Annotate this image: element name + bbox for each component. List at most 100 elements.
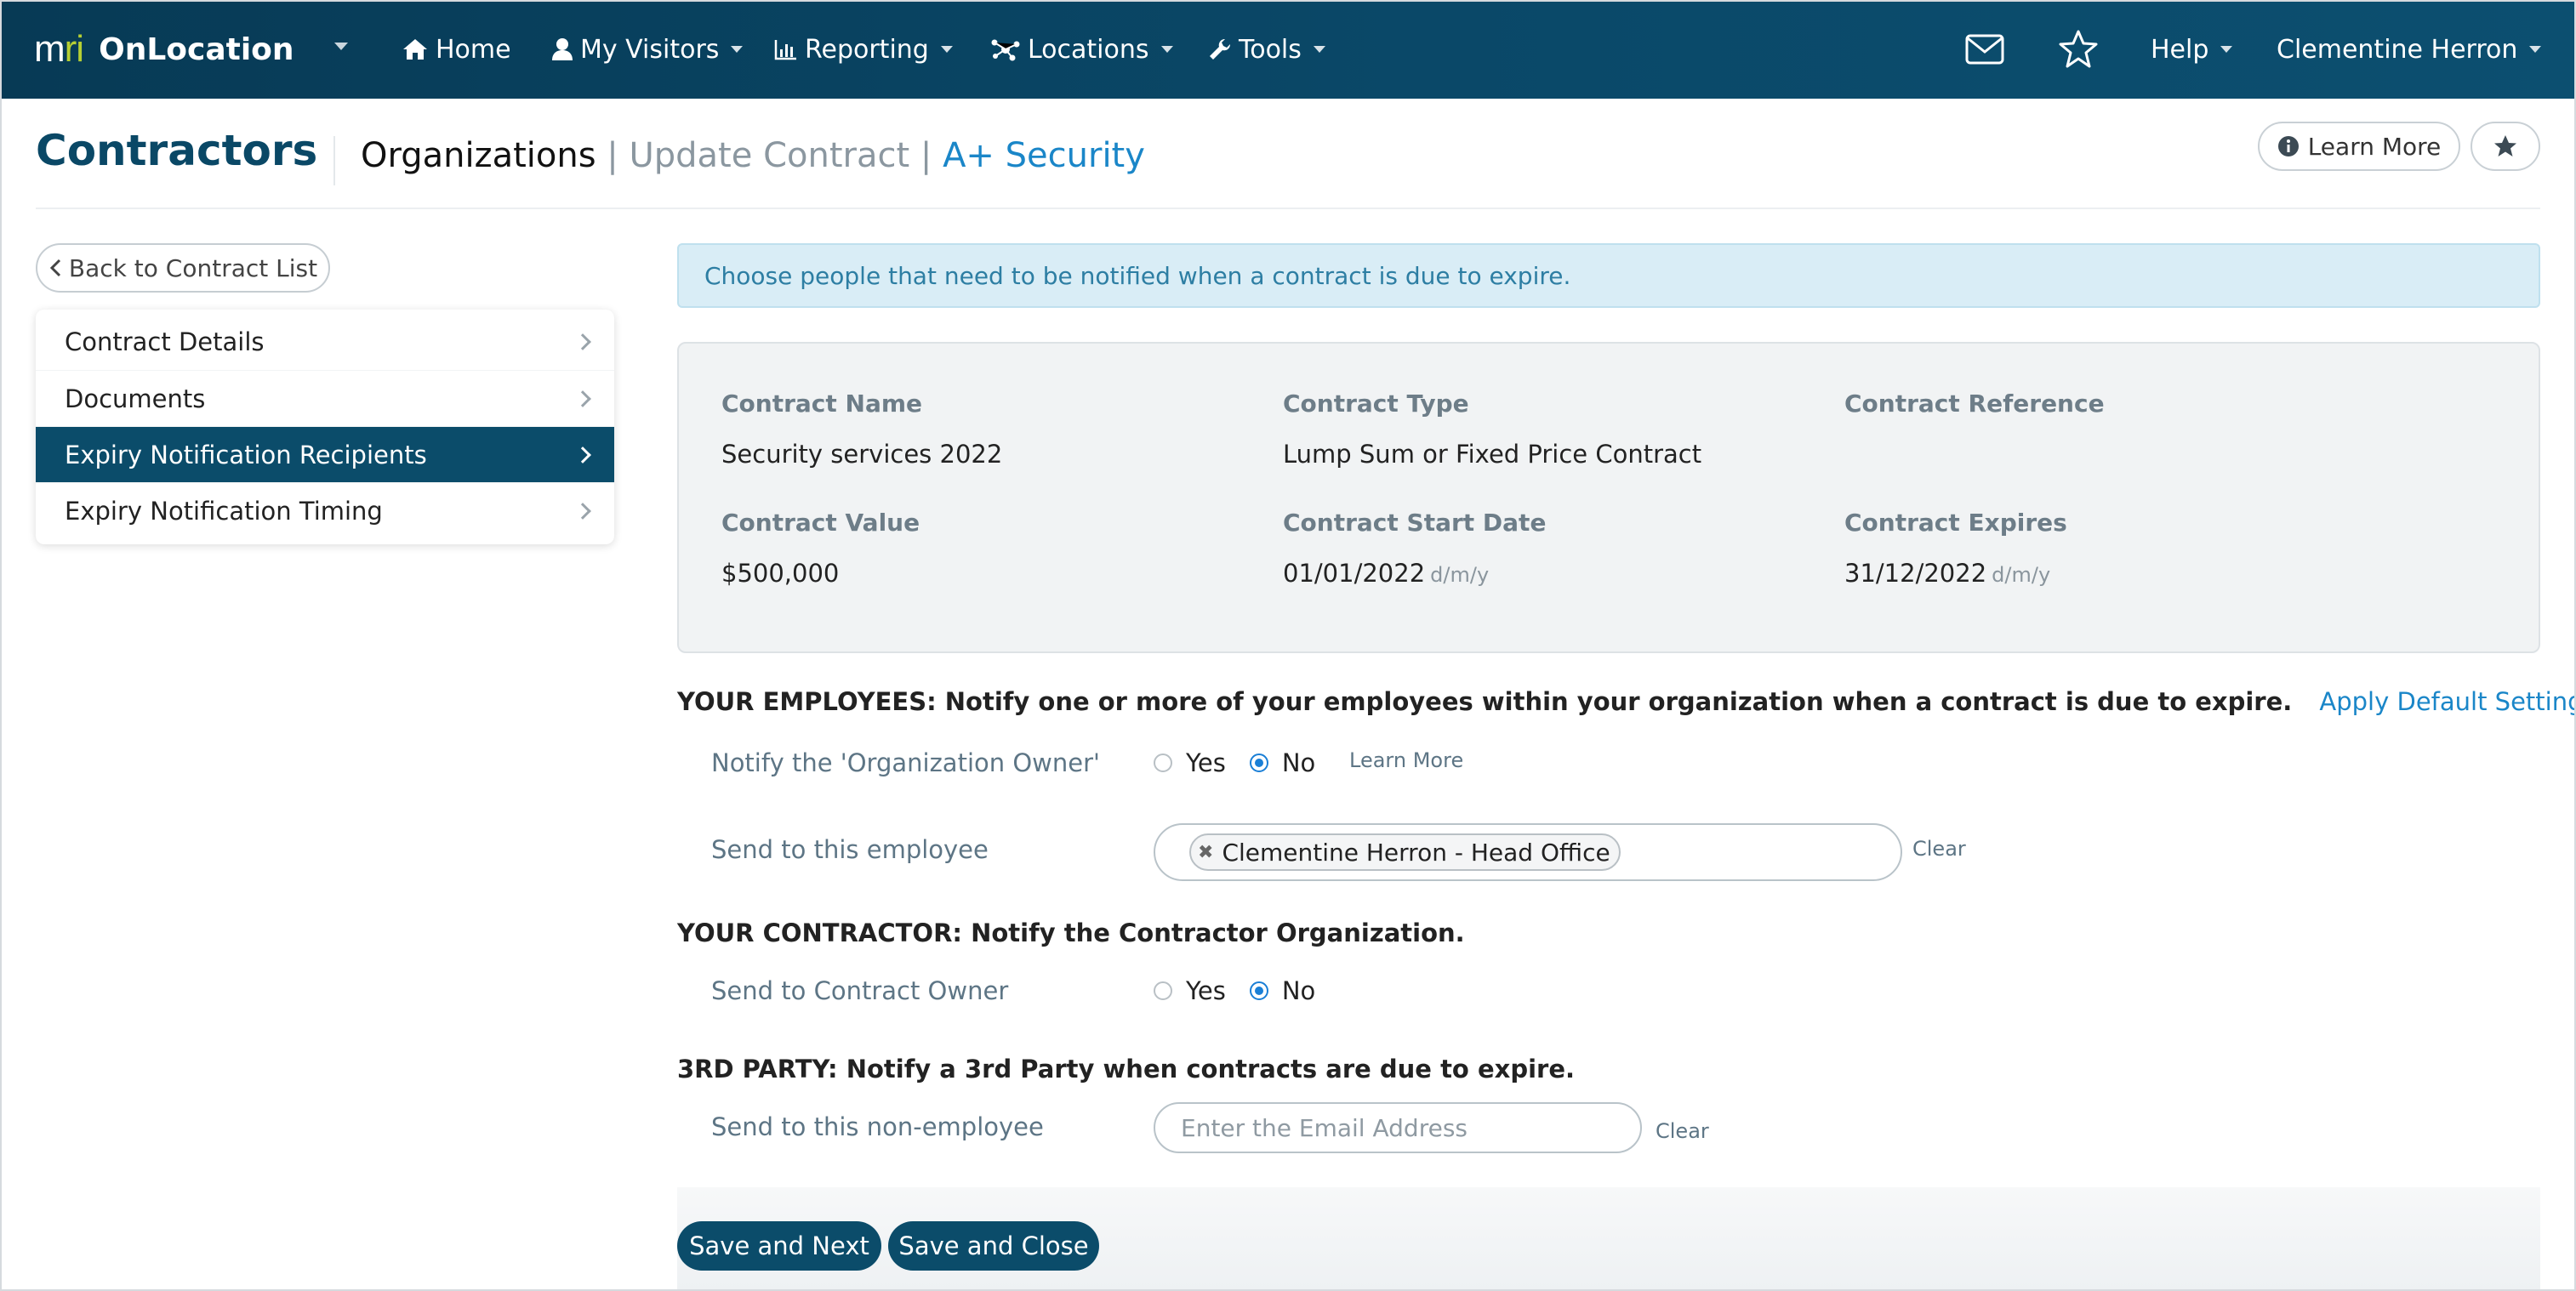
radio-label: No	[1281, 748, 1316, 777]
contract-owner-radio-group: Yes No	[1154, 976, 1339, 1005]
nav-item-label: My Visitors	[580, 34, 720, 65]
contract-start-date: 01/01/2022 d/m/y	[1283, 559, 1489, 588]
help-label: Help	[2151, 34, 2209, 65]
radio-label: Yes	[1186, 976, 1226, 1005]
contract-start-date-value: 01/01/2022	[1283, 559, 1426, 588]
notify-owner-yes-radio[interactable]	[1154, 754, 1172, 772]
notify-owner-label: Notify the 'Organization Owner'	[711, 748, 1101, 777]
sidebar-item-label: Expiry Notification Timing	[65, 496, 383, 526]
contract-expires-value: 31/12/2022	[1844, 559, 1987, 588]
app-switcher-caret-icon[interactable]	[334, 43, 348, 50]
contract-owner-no-radio[interactable]	[1249, 981, 1268, 1000]
contract-value-value: $500,000	[721, 559, 840, 588]
breadcrumb-separator: |	[920, 136, 932, 175]
nav-item-reporting[interactable]: Reporting	[774, 0, 953, 99]
wrench-icon	[1210, 38, 1231, 60]
star-outline-icon	[2059, 30, 2098, 68]
nav-item-tools[interactable]: Tools	[1208, 0, 1325, 99]
notify-owner-learn-more-link[interactable]: Learn More	[1349, 748, 1463, 772]
dropdown-caret-icon	[2529, 46, 2542, 53]
employees-heading-text: YOUR EMPLOYEES: Notify one or more of yo…	[677, 687, 2293, 716]
apply-default-settings-link[interactable]: Apply Default Settings	[2319, 687, 2576, 716]
breadcrumb-organizations[interactable]: Organizations	[361, 136, 596, 175]
nav-item-help[interactable]: Help	[2151, 0, 2233, 99]
chevron-left-icon	[49, 259, 60, 277]
brand-logo[interactable]: mri OnLocation	[34, 0, 294, 99]
chevron-right-icon	[574, 446, 591, 464]
chevron-right-icon	[574, 502, 591, 520]
contract-type-label: Contract Type	[1283, 390, 1469, 418]
chevron-right-icon	[574, 390, 591, 407]
sidebar-item-label: Expiry Notification Recipients	[65, 440, 427, 469]
nav-item-locations[interactable]: Locations	[990, 0, 1173, 99]
bar-chart-icon	[774, 40, 796, 60]
notify-owner-no-radio[interactable]	[1249, 754, 1268, 772]
nav-item-label: Locations	[1028, 34, 1149, 65]
contract-reference-label: Contract Reference	[1844, 390, 2105, 418]
employee-tag-label: Clementine Herron - Head Office	[1222, 838, 1610, 867]
contract-name-value: Security services 2022	[721, 440, 1003, 469]
sidebar-item-expiry-notification-timing[interactable]: Expiry Notification Timing	[36, 482, 614, 538]
breadcrumb-separator: |	[607, 136, 618, 175]
send-contract-owner-label: Send to Contract Owner	[711, 976, 1009, 1005]
send-employee-label: Send to this employee	[711, 835, 989, 864]
envelope-icon	[1965, 34, 2004, 65]
sidebar-item-documents[interactable]: Documents	[36, 370, 614, 426]
nav-item-my-visitors[interactable]: My Visitors	[551, 0, 744, 99]
save-and-close-button[interactable]: Save and Close	[888, 1221, 1099, 1271]
contract-expires-label: Contract Expires	[1844, 509, 2067, 537]
nav-item-label: Home	[436, 34, 511, 65]
user-icon	[552, 38, 573, 60]
header-divider	[36, 208, 2540, 209]
breadcrumb-update-contract: Update Contract	[629, 136, 910, 175]
star-icon	[2494, 135, 2516, 156]
user-menu[interactable]: Clementine Herron	[2277, 0, 2542, 99]
contract-name-label: Contract Name	[721, 390, 923, 418]
radio-label: No	[1281, 976, 1316, 1005]
sidebar-item-label: Contract Details	[65, 327, 265, 356]
employee-select-input[interactable]: ✖ Clementine Herron - Head Office	[1154, 823, 1902, 881]
title-divider	[333, 136, 335, 185]
nav-item-home[interactable]: Home	[402, 0, 511, 99]
chevron-right-icon	[574, 333, 591, 350]
date-format-hint: d/m/y	[1430, 563, 1490, 587]
breadcrumb-company[interactable]: A+ Security	[943, 136, 1145, 175]
clear-email-link[interactable]: Clear	[1656, 1119, 1709, 1143]
contract-expires: 31/12/2022 d/m/y	[1844, 559, 2050, 588]
contract-start-date-label: Contract Start Date	[1283, 509, 1547, 537]
brand-mark: mri	[34, 28, 84, 70]
favorites-button[interactable]	[2057, 0, 2100, 99]
info-circle-icon	[2277, 136, 2299, 156]
sidebar-nav: Contract Details Documents Expiry Notifi…	[36, 310, 614, 544]
messages-button[interactable]	[1965, 0, 2004, 99]
breadcrumb: Organizations | Update Contract | A+ Sec…	[361, 136, 1145, 175]
back-label: Back to Contract List	[68, 253, 318, 282]
contractor-section-heading: YOUR CONTRACTOR: Notify the Contractor O…	[677, 918, 1465, 947]
learn-more-label: Learn More	[2307, 132, 2442, 161]
user-name: Clementine Herron	[2277, 34, 2518, 65]
notify-owner-radio-group: Yes No	[1154, 748, 1339, 777]
send-non-employee-label: Send to this non-employee	[711, 1112, 1044, 1141]
info-alert: Choose people that need to be notified w…	[677, 243, 2540, 308]
dropdown-caret-icon	[2220, 46, 2233, 53]
employee-tag: ✖ Clementine Herron - Head Office	[1189, 833, 1621, 871]
email-address-input[interactable]	[1154, 1102, 1642, 1153]
nav-item-label: Reporting	[805, 34, 929, 65]
radio-label: Yes	[1186, 748, 1226, 777]
learn-more-button[interactable]: Learn More	[2258, 122, 2460, 171]
top-navigation-bar: mri OnLocation Home My Visitors Reportin…	[0, 0, 2576, 99]
remove-tag-icon[interactable]: ✖	[1198, 842, 1213, 863]
dropdown-caret-icon	[1313, 46, 1325, 53]
contract-value-label: Contract Value	[721, 509, 920, 537]
sidebar-item-expiry-notification-recipients[interactable]: Expiry Notification Recipients	[36, 426, 614, 482]
back-to-contract-list-button[interactable]: Back to Contract List	[36, 243, 330, 293]
dropdown-caret-icon	[731, 46, 744, 53]
clear-employee-link[interactable]: Clear	[1912, 837, 1966, 861]
sidebar-item-label: Documents	[65, 384, 206, 413]
sidebar-item-contract-details[interactable]: Contract Details	[36, 314, 614, 370]
contract-owner-yes-radio[interactable]	[1154, 981, 1172, 1000]
dropdown-caret-icon	[940, 46, 953, 53]
contract-summary-card: Contract Name Security services 2022 Con…	[677, 342, 2540, 653]
favorite-page-button[interactable]	[2471, 122, 2540, 171]
save-and-next-button[interactable]: Save and Next	[677, 1221, 881, 1271]
